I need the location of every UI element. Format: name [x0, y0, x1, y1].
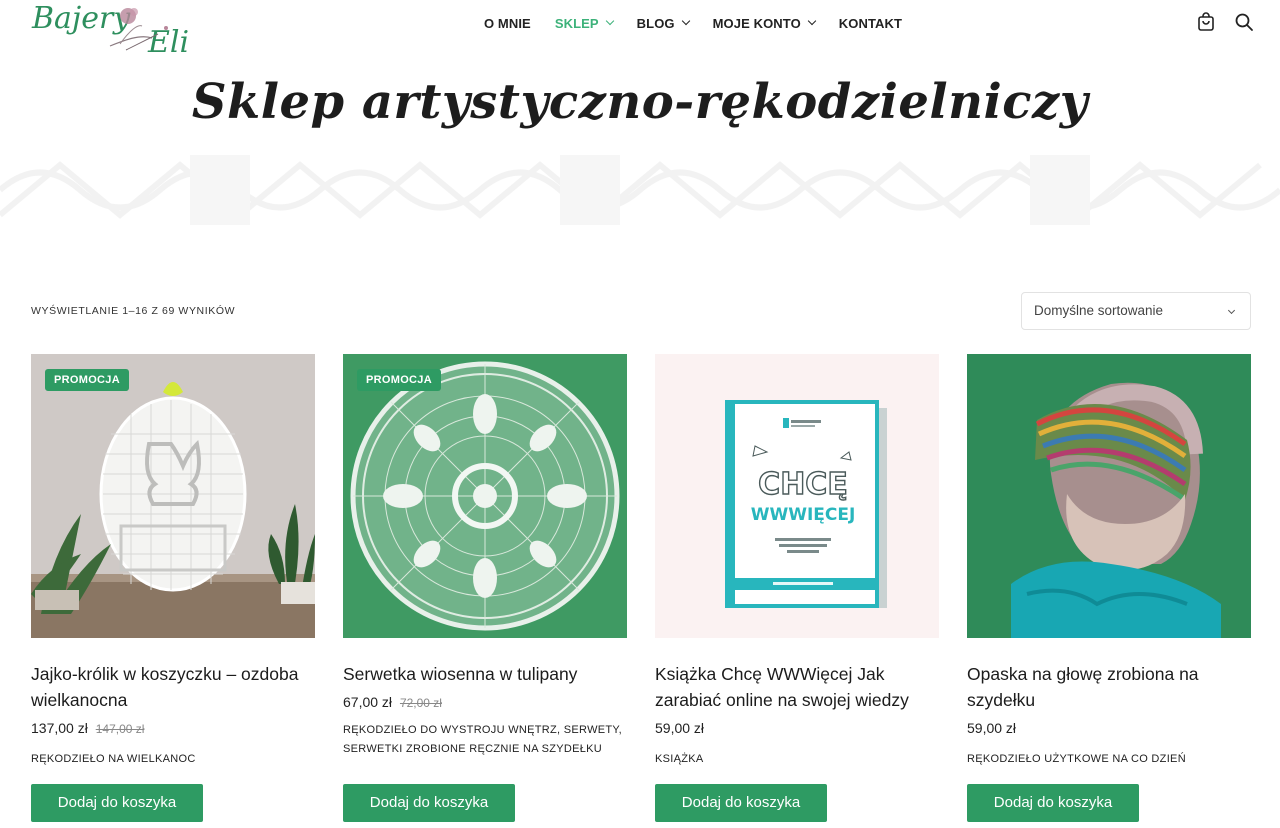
chevron-down-icon — [807, 16, 817, 26]
cart-icon[interactable] — [1196, 12, 1216, 32]
product-price: 59,00 zł — [655, 720, 939, 736]
product-title[interactable]: Jajko-królik w koszyczku – ozdoba wielka… — [31, 661, 315, 713]
nav-item-label: O MNIE — [484, 15, 531, 31]
site-logo[interactable]: Bajery Eli — [30, 0, 205, 58]
chevron-down-icon — [605, 16, 614, 26]
current-price: 59,00 zł — [655, 720, 705, 736]
product-image-link[interactable] — [967, 354, 1251, 638]
product-image: CHCĘ WWWIĘCEJ — [655, 354, 939, 638]
logo-text-line2: Eli — [147, 25, 189, 58]
nav-item-sklep[interactable]: SKLEP — [554, 14, 614, 32]
current-price: 137,00 zł — [31, 720, 88, 736]
old-price: 72,00 zł — [399, 696, 442, 710]
product-price: 67,00 zł 72,00 zł — [343, 694, 627, 710]
nav-item-label: KONTAKT — [838, 15, 903, 31]
logo-text-line1: Bajery — [31, 1, 131, 36]
sort-select[interactable]: Domyślne sortowanie — [1021, 292, 1251, 330]
book-cover-subtitle: WWWIĘCEJ — [751, 505, 856, 525]
chevron-down-icon — [681, 16, 690, 26]
nav-item-o-mnie[interactable]: O MNIE — [484, 14, 531, 32]
hero-banner: Sklep artystyczno-rękodzielniczy — [0, 60, 1280, 250]
add-to-cart-button[interactable]: Dodaj do koszyka — [655, 784, 827, 822]
product-card: CHCĘ WWWIĘCEJ Książka Chcę WWWięcej Jak … — [655, 354, 939, 828]
product-category[interactable]: RĘKODZIEŁO DO WYSTROJU WNĘTRZ, SERWETY, … — [343, 721, 627, 759]
main-nav: O MNIE SKLEP BLOG MOJE KONTO KONTAKT — [484, 14, 926, 32]
current-price: 59,00 zł — [967, 720, 1017, 736]
product-category[interactable]: KSIĄŻKA — [655, 750, 939, 769]
nav-item-label: SKLEP — [554, 15, 599, 31]
book-cover-title: CHCĘ — [758, 467, 848, 502]
sale-badge: PROMOCJA — [357, 369, 441, 391]
add-to-cart-button[interactable]: Dodaj do koszyka — [343, 784, 515, 822]
product-image-link[interactable]: PROMOCJA — [343, 354, 627, 638]
product-card: Opaska na głowę zrobiona na szydełku 59,… — [967, 354, 1251, 828]
product-card: PROMOCJA Jajko-królik w koszyczku – ozdo… — [31, 354, 315, 828]
product-title[interactable]: Książka Chcę WWWięcej Jak zarabiać onlin… — [655, 661, 939, 713]
nav-item-label: MOJE KONTO — [712, 15, 801, 31]
add-to-cart-button[interactable]: Dodaj do koszyka — [31, 784, 203, 822]
nav-item-blog[interactable]: BLOG — [636, 14, 690, 32]
site-header: Bajery Eli O MNIE SKLEP BLOG MOJE KONTO … — [0, 0, 1280, 58]
old-price: 147,00 zł — [95, 722, 145, 736]
current-price: 67,00 zł — [343, 694, 393, 710]
product-image-link[interactable]: CHCĘ WWWIĘCEJ — [655, 354, 939, 638]
results-count: WYŚWIETLANIE 1–16 Z 69 WYNIKÓW — [31, 305, 236, 317]
add-to-cart-button[interactable]: Dodaj do koszyka — [967, 784, 1139, 822]
product-title[interactable]: Serwetka wiosenna w tulipany — [343, 661, 627, 687]
sale-badge: PROMOCJA — [45, 369, 129, 391]
product-image — [31, 354, 315, 638]
nav-item-moje-konto[interactable]: MOJE KONTO — [712, 14, 817, 32]
page-title: Sklep artystyczno-rękodzielniczy — [191, 74, 1089, 130]
lace-pattern-background — [0, 155, 1280, 225]
chevron-down-icon — [1227, 306, 1236, 315]
product-category[interactable]: RĘKODZIEŁO NA WIELKANOC — [31, 750, 315, 769]
product-title[interactable]: Opaska na głowę zrobiona na szydełku — [967, 661, 1251, 713]
header-actions — [1196, 12, 1254, 32]
product-card: PROMOCJA Serwetka wiosenna w tulipany 67… — [343, 354, 627, 828]
product-image-link[interactable]: PROMOCJA — [31, 354, 315, 638]
sort-selected-value: Domyślne sortowanie — [1034, 303, 1164, 318]
product-grid: PROMOCJA Jajko-królik w koszyczku – ozdo… — [31, 354, 1251, 828]
product-price: 59,00 zł — [967, 720, 1251, 736]
product-image — [343, 354, 627, 638]
product-price: 137,00 zł 147,00 zł — [31, 720, 315, 736]
product-category[interactable]: RĘKODZIEŁO UŻYTKOWE NA CO DZIEŃ — [967, 750, 1251, 769]
product-image — [967, 354, 1251, 638]
search-icon[interactable] — [1234, 12, 1254, 32]
nav-item-label: BLOG — [636, 15, 675, 31]
nav-item-kontakt[interactable]: KONTAKT — [839, 14, 902, 32]
